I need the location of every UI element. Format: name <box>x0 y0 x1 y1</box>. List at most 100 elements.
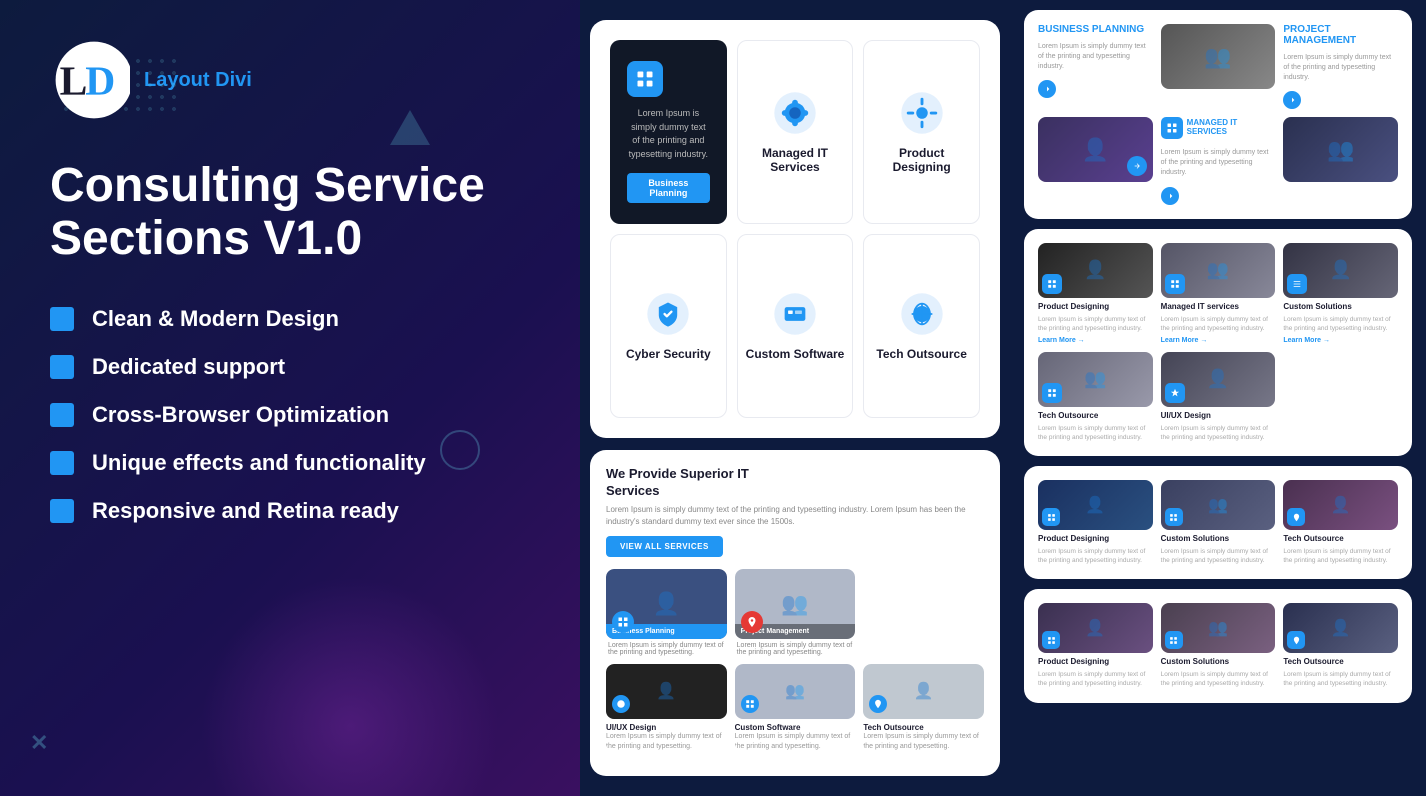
feature-text-5: Responsive and Retina ready <box>92 498 399 524</box>
rc2-link-pd[interactable]: Learn More → <box>1038 337 1153 344</box>
rc2-label-mit: Managed IT services <box>1161 302 1276 311</box>
rc2-badge-pd <box>1042 274 1062 294</box>
preview-cell-to: 👤 Tech Outsource Lorem Ipsum is simply d… <box>863 664 984 752</box>
right-thumb-row-1: BUSINESS PLANNING Lorem Ipsum is simply … <box>1038 24 1398 109</box>
rc1-pm-desc: Lorem Ipsum is simply dummy text of the … <box>1283 53 1398 82</box>
rc2-badge-mit <box>1165 274 1185 294</box>
tech-outsource-label: Tech Outsource <box>876 347 966 361</box>
feature-list: Clean & Modern Design Dedicated support … <box>50 306 530 524</box>
preview-desc: Lorem Ipsum is simply dummy text of the … <box>606 504 984 528</box>
service-tile-product-designing[interactable]: Product Designing <box>863 40 980 224</box>
svg-text:L: L <box>60 57 88 103</box>
rc1-img2: 👤 <box>1038 117 1153 182</box>
rc1-pm-arrow[interactable] <box>1283 91 1301 109</box>
feature-item-3: Cross-Browser Optimization <box>50 402 530 428</box>
rc3-grid: 👤 Product Designing Lorem Ipsum is simpl… <box>1038 480 1398 565</box>
right-card-4: 👤 Product Designing Lorem Ipsum is simpl… <box>1024 589 1412 702</box>
rc2-label-to: Tech Outsource <box>1038 411 1153 420</box>
custom-software-icon <box>772 291 818 337</box>
feature-text-1: Clean & Modern Design <box>92 306 339 332</box>
rc3-label-0: Product Designing <box>1038 534 1153 543</box>
view-all-btn[interactable]: VIEW ALL SERVICES <box>606 536 723 557</box>
rc4-img-0: 👤 <box>1038 603 1153 653</box>
preview-grid-row1: 👤 Business Planning Lorem Ipsum is simpl… <box>606 569 984 656</box>
rc2-label-ux: UI/UX Design <box>1161 411 1276 420</box>
rc4-badge-0 <box>1042 631 1060 649</box>
preview-cell-pm: 👥 Project Management Lorem Ipsum is simp… <box>735 569 856 656</box>
rc2-link-mit[interactable]: Learn More → <box>1161 337 1276 344</box>
ux-label: UI/UX Design <box>606 723 727 732</box>
rc4-desc-2: Lorem Ipsum is simply dummy text of the … <box>1283 670 1398 688</box>
pm-desc: Lorem Ipsum is simply dummy text of the … <box>735 642 856 656</box>
preview-cell-bp: 👤 Business Planning Lorem Ipsum is simpl… <box>606 569 727 656</box>
rc3-img-2: 👤 <box>1283 480 1398 530</box>
rc1-bp-arrow[interactable] <box>1038 80 1056 98</box>
feature-bullet-2 <box>50 355 74 379</box>
rc4-badge-1 <box>1165 631 1183 649</box>
services-grid: Lorem Ipsum is simply dummy text of the … <box>610 40 980 418</box>
rc1-img3: 👥 <box>1283 117 1398 182</box>
rc4-badge-2 <box>1287 631 1305 649</box>
rc1-nav-btn[interactable] <box>1127 156 1147 176</box>
rc3-img-1: 👥 <box>1161 480 1276 530</box>
rc4-desc-0: Lorem Ipsum is simply dummy text of the … <box>1038 670 1153 688</box>
rc3-label-2: Tech Outsource <box>1283 534 1398 543</box>
rc2-desc-to: Lorem Ipsum is simply dummy text of the … <box>1038 424 1153 442</box>
deco-blob <box>200 576 500 796</box>
service-tile-tech-outsource[interactable]: Tech Outsource <box>863 234 980 418</box>
rc2-grid: 👤 Product Designing Lorem Ipsum is simpl… <box>1038 243 1398 344</box>
rc4-grid: 👤 Product Designing Lorem Ipsum is simpl… <box>1038 603 1398 688</box>
rc1-cell-img1: 👥 <box>1161 24 1276 109</box>
service-tile-custom-software[interactable]: Custom Software <box>737 234 854 418</box>
rc1-mit-icon <box>1161 117 1183 139</box>
rc2-cell-ux: 👤 UI/UX Design Lorem Ipsum is simply dum… <box>1161 352 1276 442</box>
preview-cell-ux: 👤 UI/UX Design Lorem Ipsum is simply dum… <box>606 664 727 752</box>
rc1-bp-desc: Lorem Ipsum is simply dummy text of the … <box>1038 42 1153 71</box>
main-heading: Consulting Service Sections V1.0 <box>50 160 530 266</box>
feature-item-2: Dedicated support <box>50 354 530 380</box>
rc4-label-2: Tech Outsource <box>1283 657 1398 666</box>
cs-desc: Lorem Ipsum is simply dummy text of the … <box>735 732 856 752</box>
right-card-2: 👤 Product Designing Lorem Ipsum is simpl… <box>1024 229 1412 456</box>
right-panel: BUSINESS PLANNING Lorem Ipsum is simply … <box>1010 0 1426 796</box>
rc2-badge-cs <box>1287 274 1307 294</box>
feature-bullet-1 <box>50 307 74 331</box>
featured-btn[interactable]: Business Planning <box>627 173 710 203</box>
logo-icon: L D <box>50 40 130 120</box>
deco-x: ✕ <box>30 730 48 756</box>
rc2-grid-row2: 👥 Tech Outsource Lorem Ipsum is simply d… <box>1038 352 1398 442</box>
service-tile-cyber-security[interactable]: Cyber Security <box>610 234 727 418</box>
rc2-img-to: 👥 <box>1038 352 1153 407</box>
rc2-img-ux: 👤 <box>1161 352 1276 407</box>
feature-item-5: Responsive and Retina ready <box>50 498 530 524</box>
preview-header-text: We Provide Superior IT Services Lorem Ip… <box>606 466 984 557</box>
rc2-link-cs[interactable]: Learn More → <box>1283 337 1398 344</box>
featured-desc: Lorem Ipsum is simply dummy text of the … <box>627 107 710 161</box>
logo-area: L D Layout Divi <box>50 40 530 120</box>
service-tile-business-planning[interactable]: Lorem Ipsum is simply dummy text of the … <box>610 40 727 224</box>
rc2-img-cs: 👤 <box>1283 243 1398 298</box>
feature-bullet-4 <box>50 451 74 475</box>
rc3-desc-2: Lorem Ipsum is simply dummy text of the … <box>1283 547 1398 565</box>
product-designing-label: Product Designing <box>872 146 971 174</box>
tech-outsource-icon <box>899 291 945 337</box>
rc1-mit-header: MANAGED IT SERVICES <box>1161 117 1276 139</box>
bp-badge <box>612 611 634 633</box>
cyber-security-label: Cyber Security <box>626 347 711 361</box>
rc3-cell-0: 👤 Product Designing Lorem Ipsum is simpl… <box>1038 480 1153 565</box>
rc4-cell-0: 👤 Product Designing Lorem Ipsum is simpl… <box>1038 603 1153 688</box>
cyber-security-icon <box>645 291 691 337</box>
rc4-cell-1: 👥 Custom Solutions Lorem Ipsum is simply… <box>1161 603 1276 688</box>
feature-bullet-3 <box>50 403 74 427</box>
ux-img: 👤 <box>606 664 727 719</box>
rc1-mit-desc: Lorem Ipsum is simply dummy text of the … <box>1161 148 1276 177</box>
preview-card-2: We Provide Superior IT Services Lorem Ip… <box>590 450 1000 776</box>
to-badge <box>869 695 887 713</box>
rc1-mit-arrow[interactable] <box>1161 187 1179 205</box>
service-tile-managed-it[interactable]: Managed IT Services <box>737 40 854 224</box>
rc2-label-cs: Custom Solutions <box>1283 302 1398 311</box>
rc2-img-pd: 👤 <box>1038 243 1153 298</box>
rc3-badge-1 <box>1165 508 1183 526</box>
services-card: Lorem Ipsum is simply dummy text of the … <box>590 20 1000 438</box>
to-img: 👤 <box>863 664 984 719</box>
